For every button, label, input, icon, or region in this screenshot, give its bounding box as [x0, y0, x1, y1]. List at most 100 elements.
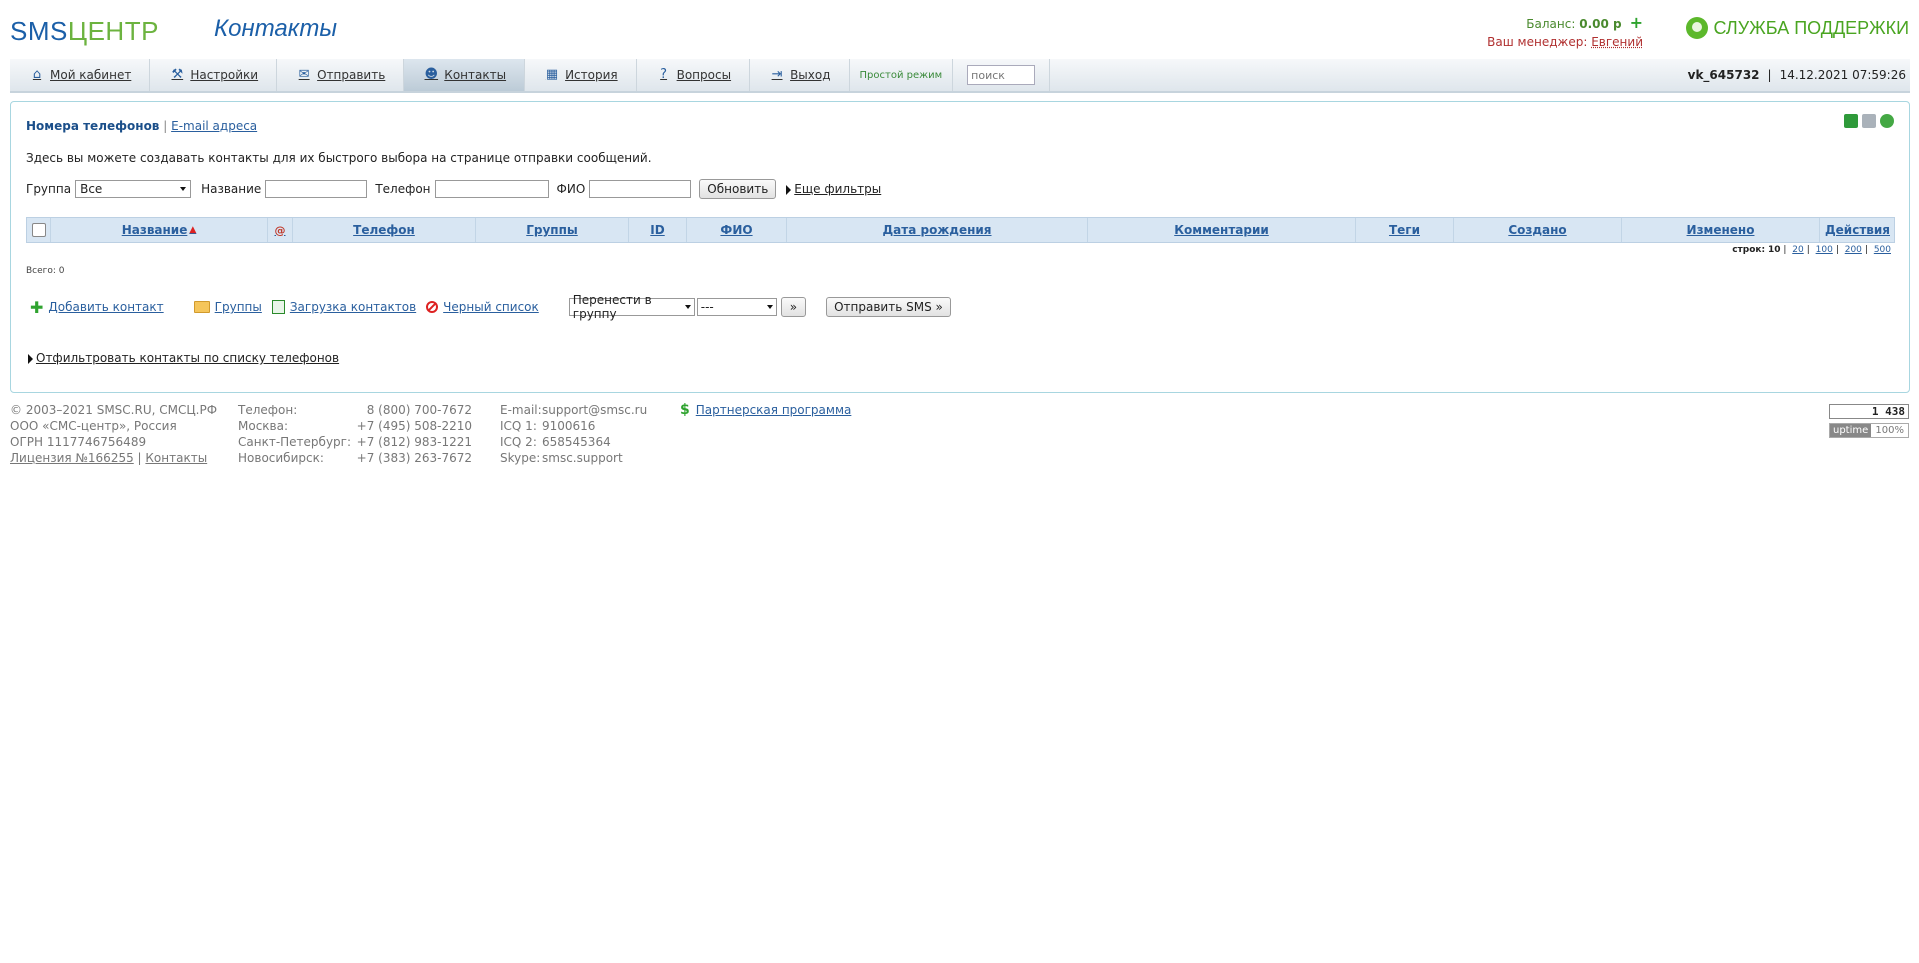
phone-city: Телефон: [238, 403, 298, 417]
more-filters-link[interactable]: Еще фильтры [786, 182, 881, 196]
table-header: Название ▲ @ Телефон Группы ID ФИО Дата р… [26, 217, 1895, 243]
target-group-select[interactable]: --- [696, 298, 777, 316]
col-id[interactable]: ID [629, 218, 687, 242]
footer-phones: Телефон: 8 (800) 700-7672 Москва: +7 (495)… [238, 402, 472, 466]
tab-cabinet[interactable]: ⌂ Мой кабинет [10, 59, 151, 91]
manager-name[interactable]: Евгений [1591, 35, 1643, 49]
messenger-value: smsc.support [542, 451, 623, 465]
tab-contacts[interactable]: ☻ Контакты [404, 59, 526, 91]
add-balance-icon[interactable]: + [1630, 13, 1643, 32]
tab-questions[interactable]: ? Вопросы [637, 59, 751, 91]
import-icon [271, 300, 285, 314]
balance-block: Баланс: 0.00 р + Ваш менеджер: Евгений [1487, 14, 1643, 51]
col-tags[interactable]: Теги [1356, 218, 1454, 242]
folder-icon [193, 301, 210, 313]
footer-contacts-link[interactable]: Контакты [145, 451, 207, 465]
visit-counter[interactable]: 1 438 uptime 100% [1829, 404, 1909, 438]
send-sms-button[interactable]: Отправить SMS » [826, 297, 951, 317]
footer-company: © 2003–2021 SMSC.RU, СМСЦ.РФ ООО «СМС-це… [10, 403, 218, 465]
headset-icon [1685, 17, 1708, 39]
groups-link[interactable]: Группы [193, 300, 262, 314]
description: Здесь вы можете создавать контакты для и… [26, 151, 652, 165]
phone-city: Москва: [238, 419, 289, 433]
license-link[interactable]: Лицензия №166255 [10, 451, 134, 465]
filter-by-list-link[interactable]: Отфильтровать контакты по списку телефон… [28, 351, 339, 365]
footer-messengers: E-mail: support@smsc.ru ICQ 1: 9100616 ICQ… [500, 402, 660, 466]
username: vk_645732 [1687, 68, 1760, 82]
rows-current: 10 [1767, 245, 1781, 255]
messenger-label: ICQ 1: [500, 419, 537, 433]
tab-settings[interactable]: ⚒ Настройки [150, 59, 278, 91]
phone-label: Телефон [375, 182, 431, 196]
select-all-checkbox[interactable] [27, 218, 51, 242]
phone-city: Новосибирск: [238, 451, 324, 465]
exit-icon: ⇥ [771, 67, 783, 82]
refresh-icon[interactable] [1880, 114, 1894, 128]
rows-option[interactable]: 20 [1792, 245, 1803, 255]
rows-option[interactable]: 100 [1816, 245, 1833, 255]
tab-label: Настройки [190, 68, 259, 82]
messenger-label: ICQ 2: [500, 435, 537, 449]
add-contact-link[interactable]: ✚ Добавить контакт [30, 298, 164, 317]
blacklist-link[interactable]: Черный список [426, 300, 539, 314]
col-created[interactable]: Создано [1454, 218, 1622, 242]
more-filters-label: Еще фильтры [794, 182, 882, 196]
expand-arrow-icon [786, 184, 792, 195]
move-to-group-select[interactable]: Перенести в группу [568, 293, 695, 321]
load-contacts-link[interactable]: Загрузка контактов [271, 300, 416, 314]
target-group-value: --- [700, 300, 714, 314]
col-comments[interactable]: Комментарии [1088, 218, 1356, 242]
support-label: СЛУЖБА ПОДДЕРЖКИ [1713, 17, 1909, 38]
dollar-icon: $ [680, 402, 690, 418]
partner-program-link[interactable]: $ Партнерская программа [680, 402, 851, 418]
group-select[interactable]: Все [75, 180, 192, 198]
chevron-down-icon [766, 305, 773, 309]
add-contact-label: Добавить контакт [48, 300, 164, 314]
block-icon [426, 301, 439, 313]
col-name[interactable]: Название ▲ [51, 218, 268, 242]
subtab-phones[interactable]: Номера телефонов [26, 119, 159, 133]
search-box [953, 59, 1051, 91]
phone-input[interactable] [434, 180, 549, 198]
filters: Группа Все Название Телефон ФИО Обновить… [26, 179, 881, 199]
logo[interactable]: SMSЦЕНТР [10, 16, 159, 47]
refresh-button[interactable]: Обновить [699, 179, 777, 199]
support-link[interactable]: СЛУЖБА ПОДДЕРЖКИ [1685, 17, 1909, 39]
calendar-icon: ▦ [545, 67, 559, 82]
export-icon[interactable] [1844, 114, 1858, 128]
uptime-value: 100% [1875, 425, 1904, 436]
filter-by-list-label: Отфильтровать контакты по списку телефон… [36, 351, 340, 365]
uptime-label: uptime [1830, 424, 1872, 437]
messenger-value: support@smsc.ru [542, 403, 648, 417]
col-modified[interactable]: Изменено [1622, 218, 1820, 242]
tab-history[interactable]: ▦ История [525, 59, 637, 91]
subtab-email[interactable]: E-mail адреса [171, 119, 257, 133]
partner-program-label: Партнерская программа [695, 403, 852, 417]
col-phone[interactable]: Телефон [293, 218, 476, 242]
fio-input[interactable] [589, 180, 692, 198]
rows-option[interactable]: 200 [1845, 245, 1862, 255]
balance-value: 0.00 р [1579, 17, 1622, 31]
messenger-value: 9100616 [542, 419, 596, 433]
col-email[interactable]: @ [268, 218, 293, 242]
col-groups[interactable]: Группы [476, 218, 629, 242]
panel-tools [1844, 114, 1894, 128]
rows-option[interactable]: 500 [1874, 245, 1891, 255]
col-actions[interactable]: Действия [1820, 218, 1892, 242]
rows-label: строк: [1732, 245, 1766, 255]
name-input[interactable] [265, 180, 368, 198]
simple-mode-link[interactable]: Простой режим [850, 59, 954, 91]
phone-number: +7 (383) 263-7672 [356, 451, 472, 465]
col-birthdate[interactable]: Дата рождения [787, 218, 1088, 242]
move-to-group-value: Перенести в группу [572, 293, 652, 321]
chevron-down-icon [180, 187, 187, 191]
print-icon[interactable] [1862, 114, 1876, 128]
tab-send[interactable]: ✉ Отправить [277, 59, 405, 91]
envelope-icon: ✉ [298, 67, 310, 82]
col-fio[interactable]: ФИО [687, 218, 787, 242]
tab-exit[interactable]: ⇥ Выход [750, 59, 850, 91]
tab-label: Выход [790, 68, 831, 82]
move-go-button[interactable]: » [780, 297, 807, 317]
search-input[interactable] [967, 65, 1036, 85]
tools-icon: ⚒ [171, 67, 184, 82]
